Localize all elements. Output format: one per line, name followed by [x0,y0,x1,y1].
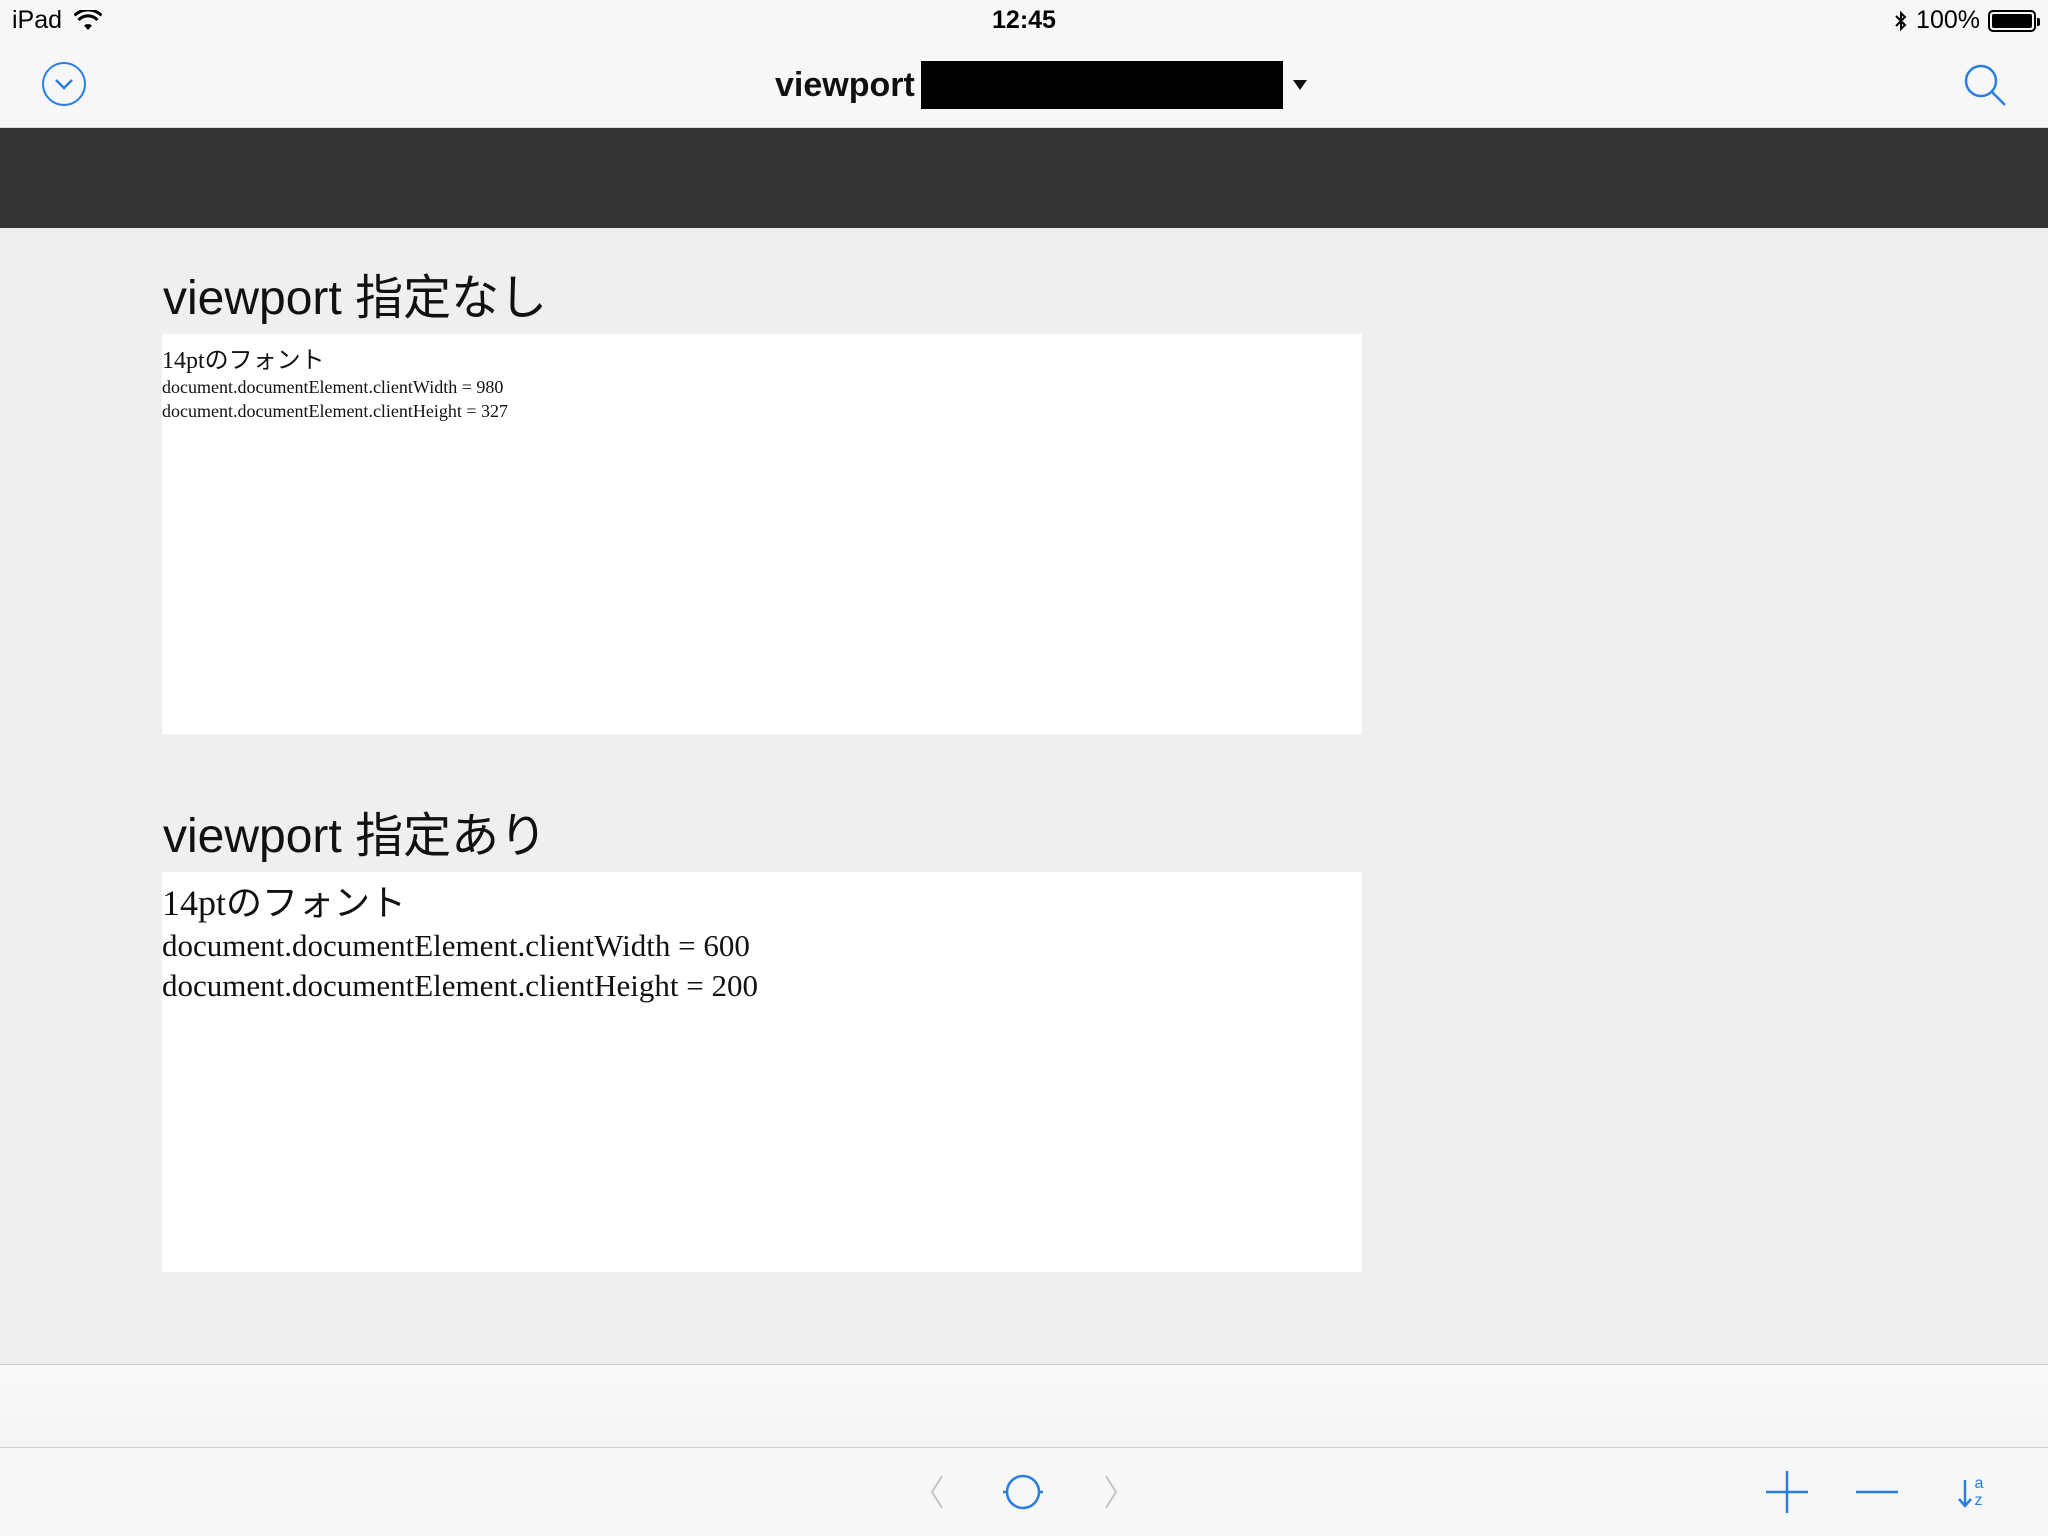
search-button[interactable] [1962,62,2008,108]
sort-az-icon: a z [1957,1474,1984,1510]
back-button[interactable] [922,1468,952,1516]
font-sample-text: 14ptのフォント [162,883,407,923]
chevron-down-circle-button[interactable] [42,62,86,106]
section-title-no-viewport: viewport 指定なし [163,272,548,325]
client-height-text: document.documentElement.clientHeight = … [162,401,509,421]
search-icon [1964,64,2006,106]
client-width-text: document.documentElement.clientWidth = 9… [162,377,504,397]
plus-icon [1766,1471,1808,1513]
battery-icon [1988,9,2040,32]
battery-percent: 100% [1916,6,1980,34]
zoom-in-button[interactable] [1764,1468,1810,1516]
sort-button[interactable]: a z [1950,1468,1990,1516]
minus-icon [1856,1490,1898,1494]
status-time: 12:45 [992,6,1056,34]
chevron-right-icon [1105,1475,1118,1509]
sort-icon-bottom-letter: z [1974,1492,1983,1509]
reload-button[interactable] [1000,1468,1046,1516]
client-height-text: document.documentElement.clientHeight = … [162,968,758,1003]
redacted-title-block [920,61,1283,109]
zoom-out-button[interactable] [1854,1468,1900,1516]
section-title-with-viewport: viewport 指定あり [163,810,548,863]
caret-down-icon [1292,80,1307,90]
circle-icon [1003,1474,1043,1510]
sort-icon-top-letter: a [1974,1475,1984,1492]
nav-bar: viewport [0,42,2048,128]
bottom-toolbar: a z [0,1448,2048,1536]
bottom-strip [0,1364,2048,1448]
status-bar: iPad 12:45 100% [0,0,2048,42]
nav-title: viewport [775,65,915,104]
status-right: 100% [1894,6,2040,35]
bluetooth-icon [1894,10,1908,32]
chevron-left-icon [930,1475,943,1509]
iframe-no-viewport: 14ptのフォント document.documentElement.clien… [162,334,1362,734]
nav-title-dropdown[interactable]: viewport [775,60,1307,110]
iframe-with-viewport: 14ptのフォント document.documentElement.clien… [162,872,1362,1272]
chevron-down-icon [55,79,73,90]
page-header-band [0,128,2048,228]
forward-button[interactable] [1096,1468,1126,1516]
client-width-text: document.documentElement.clientWidth = 6… [162,928,750,963]
page-content: viewport 指定なし 14ptのフォント document.documen… [0,228,2048,1364]
font-sample-text: 14ptのフォント [162,348,325,374]
